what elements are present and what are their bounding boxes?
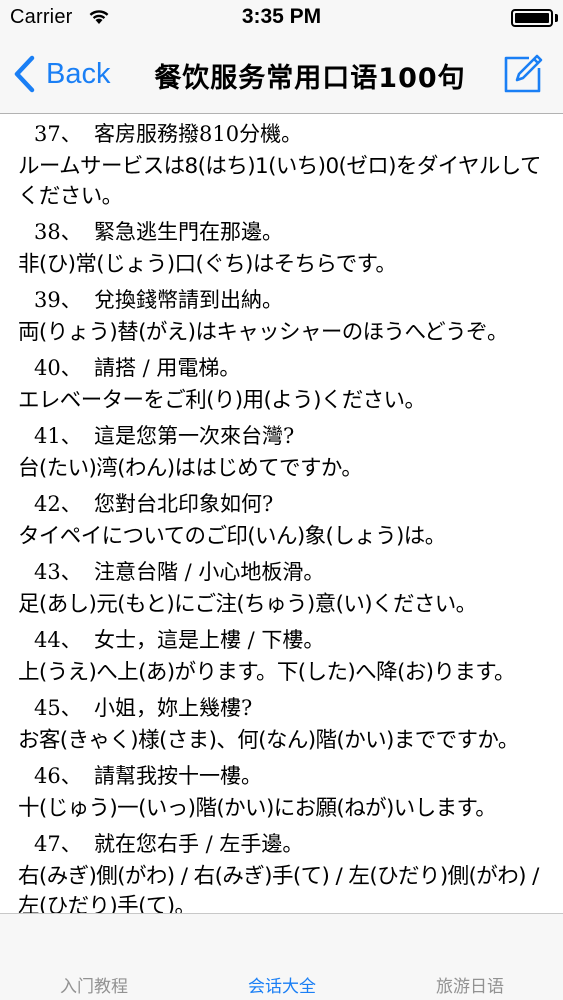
phrase-number: 45、 bbox=[34, 696, 82, 720]
phrase-number: 41、 bbox=[34, 424, 82, 448]
phrase-japanese-text: 非(ひ)常(じょう)口(ぐち)はそちらです。 bbox=[18, 252, 397, 277]
status-time: 3:35 PM bbox=[241, 5, 322, 28]
phrase-japanese-text: 十(じゅう)一(いっ)階(かい)にお願(ねが)いします。 bbox=[18, 796, 497, 821]
chinese-phrase: 41、 這是您第一次來台灣? bbox=[0, 421, 563, 451]
phrase-number: 43、 bbox=[34, 560, 82, 584]
chinese-phrase: 45、 小姐，妳上幾樓? bbox=[0, 693, 563, 723]
phrase-chinese-text: 客房服務撥810分機。 bbox=[94, 122, 303, 146]
chinese-phrase: 40、 請搭 / 用電梯。 bbox=[0, 353, 563, 383]
tab-travel-japanese[interactable]: 旅游日语 bbox=[376, 972, 563, 997]
chinese-phrase: 43、 注意台階 / 小心地板滑。 bbox=[0, 557, 563, 587]
phrase-number: 46、 bbox=[34, 764, 82, 788]
list-item: 39、 兌換錢幣請到出納。両(りょう)替(がえ)はキャッシャーのほうへどうぞ。 bbox=[0, 285, 563, 348]
phrase-chinese-text: 您對台北印象如何? bbox=[94, 492, 274, 516]
list-item: 41、 這是您第一次來台灣? 台(たい)湾(わん)ははじめてですか。 bbox=[0, 421, 563, 484]
phrase-japanese-text: エレベーターをご利(り)用(よう)ください。 bbox=[18, 388, 426, 413]
battery-icon bbox=[511, 9, 553, 27]
chinese-phrase: 37、 客房服務撥810分機。 bbox=[0, 119, 563, 149]
chinese-phrase: 47、 就在您右手 / 左手邊。 bbox=[0, 829, 563, 859]
tab-conversation[interactable]: 会话大全 bbox=[188, 972, 376, 997]
phrase-number: 42、 bbox=[34, 492, 82, 516]
phrase-japanese-text: 両(りょう)替(がえ)はキャッシャーのほうへどうぞ。 bbox=[18, 320, 508, 345]
phrase-japanese-text: ルームサービスは8(はち)1(いち)0(ゼロ)をダイヤルしてください。 bbox=[18, 154, 542, 209]
list-item: 37、 客房服務撥810分機。ルームサービスは8(はち)1(いち)0(ゼロ)をダイ… bbox=[0, 119, 563, 212]
phrase-chinese-text: 女士，這是上樓 / 下樓。 bbox=[94, 628, 325, 652]
chinese-phrase: 42、 您對台北印象如何? bbox=[0, 489, 563, 519]
list-item: 43、 注意台階 / 小心地板滑。足(あし)元(もと)にご注(ちゅう)意(い)くだ… bbox=[0, 557, 563, 620]
phrase-chinese-text: 小姐，妳上幾樓? bbox=[94, 696, 253, 720]
chinese-phrase: 46、 請幫我按十一樓。 bbox=[0, 761, 563, 791]
phrase-chinese-text: 就在您右手 / 左手邊。 bbox=[94, 832, 304, 856]
phrase-number: 44、 bbox=[34, 628, 82, 652]
chinese-phrase: 38、 緊急逃生門在那邊。 bbox=[0, 217, 563, 247]
chinese-phrase: 44、 女士，這是上樓 / 下樓。 bbox=[0, 625, 563, 655]
phrase-number: 37、 bbox=[34, 122, 82, 146]
chinese-phrase: 39、 兌換錢幣請到出納。 bbox=[0, 285, 563, 315]
phrase-japanese-text: 右(みぎ)側(がわ) / 右(みぎ)手(て) / 左(ひだり)側(がわ) / 左… bbox=[18, 864, 539, 913]
phrase-japanese-text: 足(あし)元(もと)にご注(ちゅう)意(い)ください。 bbox=[18, 592, 477, 617]
battery-tip bbox=[555, 14, 558, 22]
phrase-number: 47、 bbox=[34, 832, 82, 856]
list-item: 44、 女士，這是上樓 / 下樓。上(うえ)へ上(あ)がります。下(した)へ降(お… bbox=[0, 625, 563, 688]
phrase-japanese-text: お客(きゃく)様(さま)、何(なん)階(かい)までですか。 bbox=[18, 728, 519, 753]
phrase-list[interactable]: 37、 客房服務撥810分機。ルームサービスは8(はち)1(いち)0(ゼロ)をダイ… bbox=[0, 114, 563, 913]
phrase-chinese-text: 這是您第一次來台灣? bbox=[94, 424, 295, 448]
page-title: 餐饮服务常用口语100句 bbox=[154, 63, 466, 94]
phrase-chinese-text: 請搭 / 用電梯。 bbox=[94, 356, 241, 380]
phrase-japanese-text: 上(うえ)へ上(あ)がります。下(した)へ降(お)ります。 bbox=[18, 660, 516, 685]
phrase-number: 39、 bbox=[34, 288, 82, 312]
phrase-chinese-text: 請幫我按十一樓。 bbox=[94, 764, 262, 788]
list-item: 38、 緊急逃生門在那邊。非(ひ)常(じょう)口(ぐち)はそちらです。 bbox=[0, 217, 563, 280]
status-bar: Carrier 3:35 PM bbox=[0, 0, 563, 36]
phrase-chinese-text: 兌換錢幣請到出納。 bbox=[94, 288, 283, 312]
list-item: 47、 就在您右手 / 左手邊。右(みぎ)側(がわ) / 右(みぎ)手(て) / … bbox=[0, 829, 563, 913]
back-button[interactable]: Back bbox=[12, 52, 110, 96]
phrase-chinese-text: 注意台階 / 小心地板滑。 bbox=[94, 560, 325, 584]
phrase-chinese-text: 緊急逃生門在那邊。 bbox=[94, 220, 283, 244]
list-item: 46、 請幫我按十一樓。十(じゅう)一(いっ)階(かい)にお願(ねが)いします。 bbox=[0, 761, 563, 824]
navigation-bar: Back 餐饮服务常用口语100句 bbox=[0, 36, 563, 114]
list-item: 40、 請搭 / 用電梯。エレベーターをご利(り)用(よう)ください。 bbox=[0, 353, 563, 416]
phrase-number: 40、 bbox=[34, 356, 82, 380]
phrase-japanese-text: タイペイについてのご印(いん)象(しょう)は。 bbox=[18, 524, 446, 549]
list-item: 42、 您對台北印象如何? タイペイについてのご印(いん)象(しょう)は。 bbox=[0, 489, 563, 552]
list-item: 45、 小姐，妳上幾樓? お客(きゃく)様(さま)、何(なん)階(かい)までですか。 bbox=[0, 693, 563, 756]
tab-bar: 入门教程 会话大全 旅游日语 bbox=[0, 913, 563, 1000]
compose-icon[interactable] bbox=[503, 52, 545, 94]
chevron-left-icon bbox=[14, 55, 35, 93]
tab-intro[interactable]: 入门教程 bbox=[0, 972, 188, 997]
phrase-number: 38、 bbox=[34, 220, 82, 244]
phrase-japanese-text: 台(たい)湾(わん)ははじめてですか。 bbox=[18, 456, 363, 481]
